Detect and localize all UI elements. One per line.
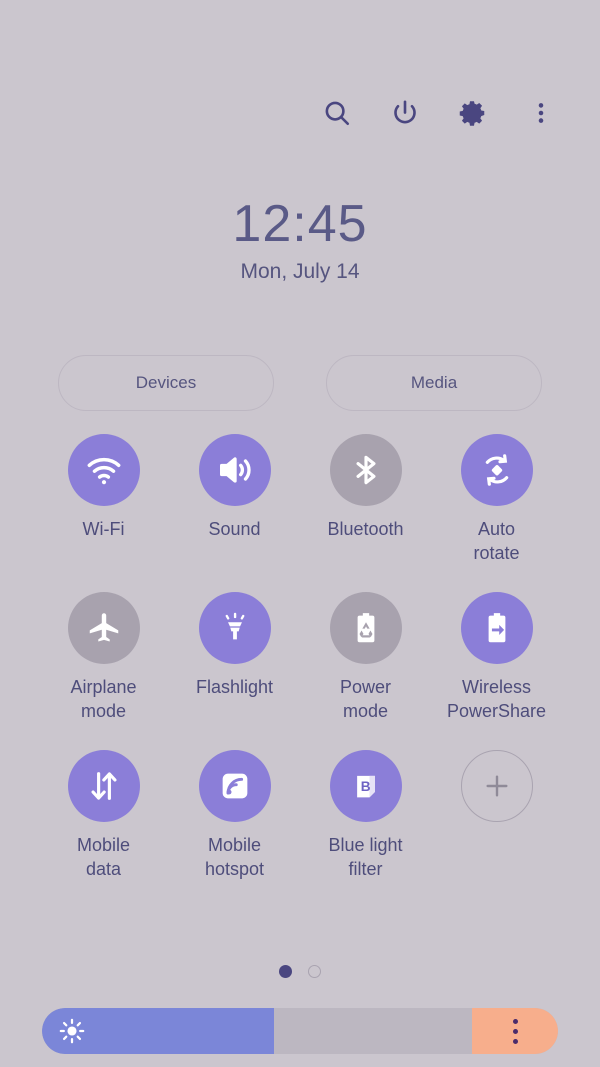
clock-block: 12:45 Mon, July 14 [0,196,600,284]
settings-icon[interactable] [452,92,494,134]
brightness-slider[interactable] [42,1008,558,1054]
svg-text:B: B [360,779,370,794]
toggle-label: Wi-Fi [82,519,125,539]
toggle-label: Bluetooth [327,519,404,539]
clock-date[interactable]: Mon, July 14 [0,260,600,284]
page-dot-2[interactable] [308,965,321,978]
toggle-label: Mobile hotspot [204,834,265,879]
toggle-label: Mobile data [76,834,131,879]
toggle-wifi[interactable]: Wi-Fi [38,434,169,566]
toggle-mobile-hotspot[interactable]: Mobile hotspot [169,749,300,882]
toggle-bluetooth[interactable]: Bluetooth [300,434,431,566]
flashlight-icon [198,591,271,664]
blue-light-filter-icon: B [329,749,402,822]
add-toggle-button[interactable] [431,749,562,882]
media-label: Media [410,373,458,392]
devices-label: Devices [135,373,197,392]
page-dot-1[interactable] [279,965,292,978]
toggle-label: Sound [208,519,261,539]
sound-icon [198,434,271,506]
toggle-flashlight[interactable]: Flashlight [169,591,300,724]
toggle-label: Flashlight [195,676,274,697]
toggle-sound[interactable]: Sound [169,434,300,566]
bluetooth-icon [329,434,402,506]
toggle-auto-rotate[interactable]: Auto rotate [431,434,562,566]
power-mode-icon [329,591,402,664]
toggle-blue-light-filter[interactable]: B Blue light filter [300,749,431,882]
power-icon[interactable] [384,92,426,134]
clock-time[interactable]: 12:45 [0,196,600,252]
toggle-power-mode[interactable]: Power mode [300,591,431,724]
quick-settings-header [316,92,562,134]
devices-button[interactable]: Devices [58,355,274,411]
toggle-label: Wireless PowerShare [446,676,547,721]
auto-rotate-icon [460,434,533,506]
more-icon[interactable] [520,92,562,134]
toggle-label: Blue light filter [328,834,403,879]
toggle-label: Power mode [339,676,392,721]
quick-settings-panel: 12:45 Mon, July 14 Devices Media Wi-Fi S… [0,0,600,1067]
wireless-powershare-icon [460,591,533,664]
media-button[interactable]: Media [326,355,542,411]
search-icon[interactable] [316,92,358,134]
page-indicator [0,965,600,978]
toggle-label: Auto rotate [473,519,520,563]
toggle-airplane-mode[interactable]: Airplane mode [38,591,169,724]
toggle-label: Airplane mode [70,676,137,721]
toggle-wireless-powershare[interactable]: Wireless PowerShare [431,591,562,724]
wifi-icon [67,434,140,506]
shortcut-pills: Devices Media [0,355,600,411]
airplane-icon [67,591,140,664]
more-vertical-icon [512,1018,518,1044]
plus-icon [460,749,533,822]
brightness-sun-icon [58,1017,86,1050]
mobile-hotspot-icon [198,749,271,822]
toggle-mobile-data[interactable]: Mobile data [38,749,169,882]
brightness-options-button[interactable] [472,1008,558,1054]
mobile-data-icon [67,749,140,822]
quick-toggle-grid: Wi-Fi Sound Bluetooth Auto rotate Airpla… [38,434,562,882]
